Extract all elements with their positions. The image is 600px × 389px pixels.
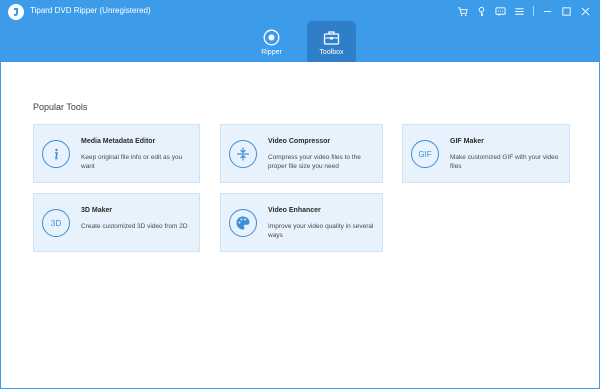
ripper-disc-icon xyxy=(263,29,280,46)
tab-ripper-label: Ripper xyxy=(261,49,282,56)
tool-name: 3D Maker xyxy=(81,207,113,214)
app-title: Tipard DVD Ripper (Unregistered) xyxy=(30,6,151,15)
close-icon[interactable] xyxy=(576,3,595,19)
tool-description: Compress your video files to the proper … xyxy=(268,154,361,170)
info-icon xyxy=(42,140,70,168)
minimize-icon[interactable] xyxy=(538,3,557,19)
gif-icon-text: GIF xyxy=(418,149,432,159)
app-window: Tipard DVD Ripper (Unregistered) Ripper … xyxy=(0,0,600,389)
menu-icon[interactable] xyxy=(510,3,529,19)
section-title: Popular Tools xyxy=(33,102,88,112)
tool-name: Video Compressor xyxy=(268,138,331,145)
header-bar: Tipard DVD Ripper (Unregistered) Ripper … xyxy=(1,1,599,62)
toolbox-icon xyxy=(323,31,340,45)
titlebar-controls xyxy=(453,3,595,19)
compress-icon xyxy=(229,140,257,168)
feedback-icon[interactable] xyxy=(491,3,510,19)
tool-description: Keep original file info or edit as you w… xyxy=(81,154,183,170)
3d-icon: 3D xyxy=(42,209,70,237)
key-icon[interactable] xyxy=(472,3,491,19)
tool-name: GIF Maker xyxy=(450,138,484,145)
tool-card-video-compressor[interactable]: Video Compressor Compress your video fil… xyxy=(220,124,383,183)
tab-ripper[interactable]: Ripper xyxy=(247,21,296,62)
tool-card-gif-maker[interactable]: GIF GIF Maker Make customized GIF with y… xyxy=(402,124,570,183)
tool-card-video-enhancer[interactable]: Video Enhancer Improve your video qualit… xyxy=(220,193,383,252)
tool-description: Make customized GIF with your video file… xyxy=(450,154,559,170)
3d-icon-text: 3D xyxy=(50,218,62,228)
tab-toolbox[interactable]: Toolbox xyxy=(307,21,356,62)
tool-name: Video Enhancer xyxy=(268,207,321,214)
titlebar-divider xyxy=(533,6,534,16)
maximize-icon[interactable] xyxy=(557,3,576,19)
palette-icon xyxy=(229,209,257,237)
tool-card-3d-maker[interactable]: 3D 3D Maker Create customized 3D video f… xyxy=(33,193,200,252)
cart-icon[interactable] xyxy=(453,3,472,19)
tool-description: Improve your video quality in several wa… xyxy=(268,223,374,239)
gif-icon: GIF xyxy=(411,140,439,168)
tool-name: Media Metadata Editor xyxy=(81,138,156,145)
tab-toolbox-label: Toolbox xyxy=(319,49,344,56)
app-logo-icon xyxy=(8,4,24,20)
tool-description: Create customized 3D video from 2D xyxy=(81,223,188,230)
tool-card-media-metadata-editor[interactable]: Media Metadata Editor Keep original file… xyxy=(33,124,200,183)
